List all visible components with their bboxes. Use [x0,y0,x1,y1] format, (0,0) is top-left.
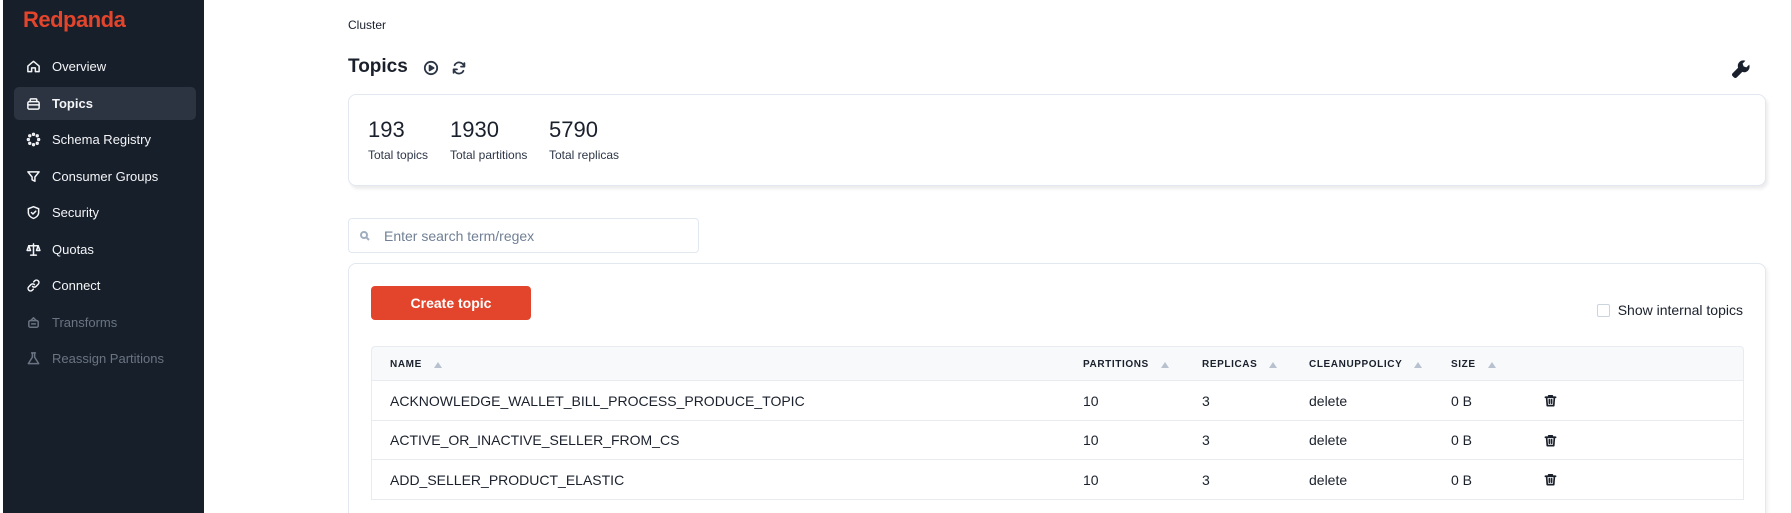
search-icon [360,230,374,241]
topics-table: NAME PARTITIONS REPLICAS CLEANUPPOLICY S… [371,346,1744,500]
breadcrumb[interactable]: Cluster [348,18,386,32]
stat-label: Total topics [368,148,429,162]
cell-cleanuppolicy: delete [1309,471,1348,488]
search-box [348,218,699,253]
show-internal-topics-toggle[interactable]: Show internal topics [1596,302,1743,318]
delete-topic-icon[interactable] [1544,460,1557,499]
sidebar-item-label: Security [52,205,99,220]
cell-size: 0 B [1451,432,1473,448]
sidebar-item-connect[interactable]: Connect [14,269,196,302]
sidebar-item-label: Quotas [52,241,94,257]
stats-card: 193 Total topics 1930 Total partitions 5… [348,94,1766,186]
sidebar-nav: Overview Topics Schema Registry Consumer… [14,50,196,379]
sidebar-item-label: Topics [52,95,93,111]
flask-icon [25,351,41,367]
show-internal-checkbox[interactable] [1596,303,1610,317]
cell-partitions: 10 [1083,432,1099,448]
stat-label: Total replicas [549,148,620,162]
topic-name-link[interactable]: ACKNOWLEDGE_WALLET_BILL_PROCESS_PRODUCE_… [390,381,805,420]
main-content: Cluster Topics 193 Total topics 1930 Tot… [348,0,1768,513]
stat-value: 193 [368,117,405,142]
shield-icon [25,205,41,221]
column-header-size[interactable]: SIZE [1451,347,1496,382]
cell-replicas: 3 [1202,392,1210,409]
stat-label: Total partitions [450,148,528,162]
play-icon[interactable] [421,58,441,78]
cell-partitions: 10 [1083,392,1099,409]
table-row[interactable]: ACTIVE_OR_INACTIVE_SELLER_FROM_CS 10 3 d… [371,420,1744,460]
sort-asc-icon [1269,361,1278,368]
topics-card: Create topic Show internal topics NAME P… [348,263,1766,513]
link-icon [25,278,41,294]
refresh-icon[interactable] [449,58,469,78]
column-header-label: NAME [390,359,422,370]
stat-value: 1930 [450,117,499,142]
sidebar-item-label: Consumer Groups [52,168,159,184]
cell-partitions: 10 [1083,471,1099,488]
column-header-partitions[interactable]: PARTITIONS [1083,347,1169,382]
brand-logo[interactable]: Redpanda [23,7,126,33]
sidebar-item-schema-registry[interactable]: Schema Registry [14,123,196,156]
sort-asc-icon [1487,361,1496,368]
topic-name-link[interactable]: ACTIVE_OR_INACTIVE_SELLER_FROM_CS [390,421,679,460]
stat-total-topics: 193 Total topics [368,117,428,162]
sidebar-item-security[interactable]: Security [14,196,196,229]
sidebar-item-consumer-groups[interactable]: Consumer Groups [14,160,196,193]
topics-icon [25,95,41,111]
sidebar-item-transforms: Transforms [14,306,196,339]
wrench-icon[interactable] [1730,58,1752,80]
stat-total-partitions: 1930 Total partitions [450,117,527,162]
home-icon [25,59,41,75]
column-header-label: SIZE [1451,359,1476,370]
sort-asc-icon [1414,361,1423,368]
column-header-label: CLEANUPPOLICY [1309,359,1403,370]
delete-topic-icon[interactable] [1544,421,1557,460]
sidebar-item-overview[interactable]: Overview [14,50,196,83]
cell-cleanuppolicy: delete [1309,432,1348,448]
create-topic-button[interactable]: Create topic [371,286,531,320]
transforms-icon [25,314,41,330]
column-header-label: PARTITIONS [1083,359,1149,370]
table-header: NAME PARTITIONS REPLICAS CLEANUPPOLICY S… [371,346,1744,381]
sidebar-item-topics[interactable]: Topics [14,86,196,120]
cell-replicas: 3 [1202,471,1210,488]
page-title: Topics [348,56,408,77]
cell-size: 0 B [1451,392,1473,409]
topic-name-link[interactable]: ADD_SELLER_PRODUCT_ELASTIC [390,460,624,499]
schema-icon [25,132,41,148]
sidebar: Redpanda Overview Topics Schema Registry… [3,0,204,513]
sidebar-item-label: Reassign Partitions [52,351,164,366]
sidebar-item-quotas[interactable]: Quotas [14,233,196,266]
stat-value: 5790 [549,117,598,142]
cell-cleanuppolicy: delete [1309,392,1348,409]
show-internal-label: Show internal topics [1617,302,1743,318]
cell-replicas: 3 [1202,432,1210,448]
sidebar-item-reassign-partitions: Reassign Partitions [14,342,196,375]
sort-asc-icon [433,361,442,368]
sidebar-item-label: Transforms [52,314,118,330]
funnel-icon [25,168,41,184]
column-header-replicas[interactable]: REPLICAS [1202,347,1278,382]
search-input[interactable] [384,227,698,244]
table-row[interactable]: ADD_SELLER_PRODUCT_ELASTIC 10 3 delete 0… [371,460,1744,500]
column-header-cleanuppolicy[interactable]: CLEANUPPOLICY [1309,347,1423,382]
scale-icon [25,241,41,257]
sidebar-item-label: Connect [52,278,101,293]
column-header-name[interactable]: NAME [390,347,442,382]
sidebar-item-label: Schema Registry [52,132,151,147]
cell-size: 0 B [1451,471,1473,488]
sort-asc-icon [1160,361,1169,368]
column-header-label: REPLICAS [1202,359,1258,370]
stat-total-replicas: 5790 Total replicas [549,117,619,162]
delete-topic-icon[interactable] [1544,381,1557,420]
sidebar-item-label: Overview [52,59,107,74]
table-row[interactable]: ACKNOWLEDGE_WALLET_BILL_PROCESS_PRODUCE_… [371,381,1744,421]
